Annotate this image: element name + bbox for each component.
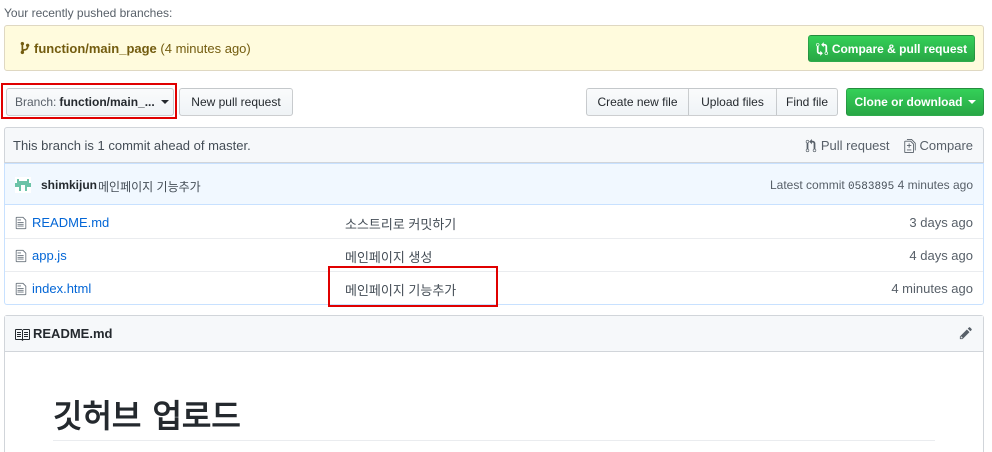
- book-icon: [15, 329, 30, 341]
- pull-request-link[interactable]: Pull request: [805, 138, 890, 153]
- commit-author[interactable]: shimkijun: [41, 178, 97, 192]
- file-actions-group: Create new file Upload files Find file: [586, 88, 838, 116]
- file-commit-message[interactable]: 메인페이지 생성: [345, 247, 432, 266]
- branch-icon: [20, 41, 30, 55]
- clone-or-download-button[interactable]: Clone or download: [846, 88, 984, 116]
- compare-pull-request-label: Compare & pull request: [831, 41, 968, 56]
- find-file-button[interactable]: Find file: [776, 88, 838, 116]
- readme-header: README.md: [5, 316, 983, 352]
- file-age: 3 days ago: [909, 215, 973, 230]
- new-pull-request-button[interactable]: New pull request: [179, 88, 293, 116]
- commit-sha[interactable]: 0583895: [848, 181, 894, 193]
- compare-link[interactable]: Compare: [903, 138, 973, 153]
- file-commit-message[interactable]: 소스트리로 커밋하기: [345, 214, 456, 233]
- chevron-down-icon: [967, 100, 976, 104]
- clone-or-download-label: Clone or download: [854, 95, 963, 109]
- file-icon: [15, 282, 27, 296]
- readme-panel: README.md 깃허브 업로드: [4, 315, 984, 452]
- file-icon: [15, 249, 27, 263]
- compare-label: Compare: [919, 138, 973, 153]
- pull-request-icon: [805, 138, 817, 152]
- readme-divider: [53, 440, 935, 441]
- recent-branch-name[interactable]: function/main_page: [34, 41, 157, 56]
- file-name-link[interactable]: README.md: [32, 215, 109, 230]
- upload-files-button[interactable]: Upload files: [688, 88, 777, 116]
- highlight-box-commit-message: [328, 266, 498, 307]
- recent-branch-age: (4 minutes ago): [160, 41, 251, 56]
- branch-ahead-text: This branch is 1 commit ahead of master.: [13, 138, 251, 153]
- branch-status-bar: This branch is 1 commit ahead of master.…: [4, 127, 984, 163]
- file-icon: [15, 216, 27, 230]
- commit-age: 4 minutes ago: [897, 178, 973, 192]
- table-row: README.md 소스트리로 커밋하기 3 days ago: [5, 206, 983, 239]
- recent-branch-info: function/main_page (4 minutes ago): [19, 41, 251, 56]
- readme-title: README.md: [33, 326, 113, 341]
- latest-commit-label: Latest commit: [770, 178, 845, 192]
- file-name-link[interactable]: index.html: [32, 281, 91, 296]
- pencil-icon[interactable]: [959, 326, 973, 340]
- readme-heading: 깃허브 업로드: [53, 397, 241, 435]
- compare-pull-request-button[interactable]: Compare & pull request: [808, 35, 975, 62]
- highlight-box-branch: [1, 83, 177, 119]
- branch-actions: Pull request Compare: [805, 138, 973, 153]
- create-new-file-button[interactable]: Create new file: [586, 88, 689, 116]
- compare-icon: [815, 41, 828, 56]
- diff-icon: [903, 138, 916, 153]
- avatar[interactable]: [15, 177, 31, 193]
- file-age: 4 minutes ago: [891, 281, 973, 296]
- recent-branch-notice: function/main_page (4 minutes ago) Compa…: [4, 25, 984, 71]
- commit-meta: Latest commit 0583895 4 minutes ago: [770, 178, 973, 193]
- recent-branches-heading: Your recently pushed branches:: [4, 6, 173, 20]
- file-age: 4 days ago: [909, 248, 973, 263]
- commit-message[interactable]: 메인페이지 기능추가: [98, 178, 201, 195]
- file-name-link[interactable]: app.js: [32, 248, 67, 263]
- pull-request-label: Pull request: [820, 138, 890, 153]
- latest-commit-bar: shimkijun 메인페이지 기능추가 Latest commit 05838…: [5, 163, 983, 205]
